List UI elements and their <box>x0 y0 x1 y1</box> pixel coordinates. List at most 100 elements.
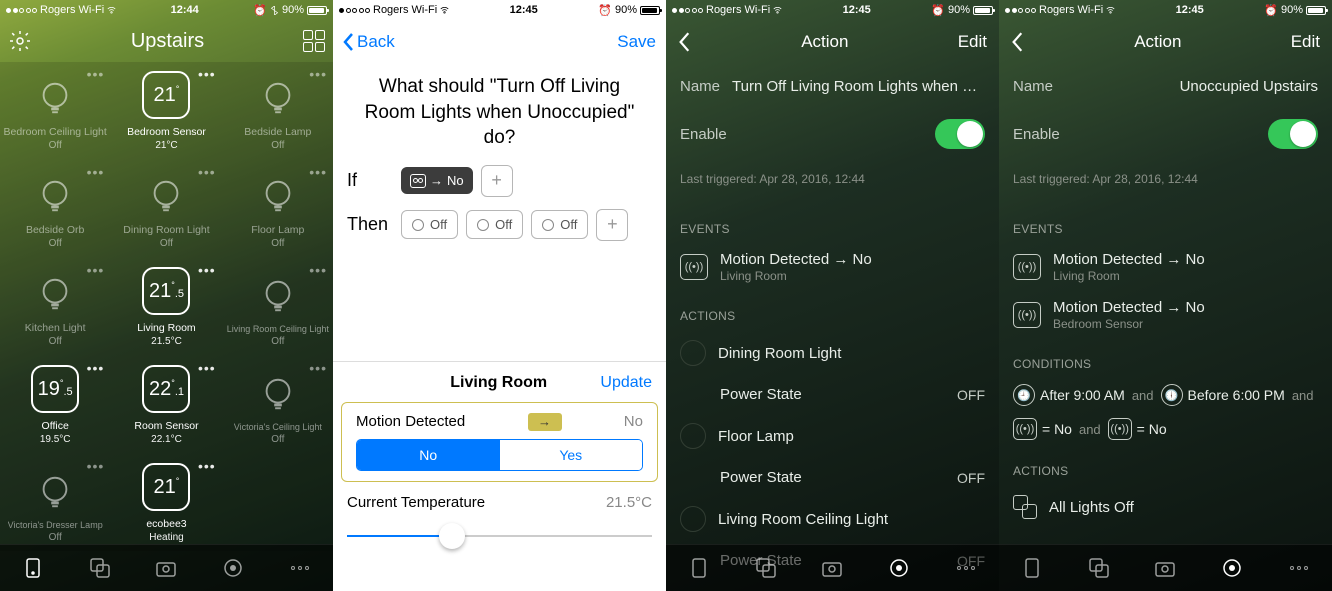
tab-rooms[interactable] <box>686 555 712 581</box>
action-device[interactable]: Living Room Ceiling Light <box>666 496 999 542</box>
tab-more[interactable] <box>287 555 313 581</box>
cond-motion-2[interactable]: ((•))= No <box>1108 418 1167 440</box>
seg-no[interactable]: No <box>357 440 500 470</box>
name-row[interactable]: NameTurn Off Living Room Lights when Uno… <box>666 64 999 108</box>
more-icon[interactable]: ••• <box>87 66 105 82</box>
temp-slider[interactable] <box>347 523 652 551</box>
add-action-button[interactable]: + <box>596 209 628 241</box>
update-button[interactable]: Update <box>600 374 652 392</box>
cond-before[interactable]: 🕕Before 6:00 PM <box>1161 384 1285 406</box>
device-tile[interactable]: •••Kitchen LightOff <box>0 258 110 355</box>
event-item[interactable]: ((•))Motion Detected → NoLiving Room <box>999 243 1332 291</box>
action-property[interactable]: Power StateOFF <box>666 376 999 413</box>
tab-automation[interactable] <box>220 555 246 581</box>
tab-scenes[interactable] <box>753 555 779 581</box>
tab-camera[interactable] <box>153 555 179 581</box>
more-icon[interactable]: ••• <box>309 164 327 180</box>
seg-yes[interactable]: Yes <box>500 440 643 470</box>
alarm-icon: ⏰ <box>253 4 267 17</box>
conditions-header: CONDITIONS <box>999 339 1332 378</box>
scenes-icon <box>1013 495 1037 519</box>
enable-toggle[interactable] <box>935 119 985 149</box>
action-property[interactable]: Power StateOFF <box>666 459 999 496</box>
tile-name: Victoria's Ceiling Light <box>234 423 322 433</box>
back-icon[interactable] <box>678 31 692 53</box>
bulb-icon <box>412 219 424 231</box>
action-detail-screen-1: Rogers Wi-Fi 12:45 ⏰90% Action Edit Name… <box>666 0 999 591</box>
device-tile[interactable]: •••22°.1Room Sensor22.1°C <box>111 356 221 453</box>
more-icon[interactable]: ••• <box>87 262 105 278</box>
tab-camera[interactable] <box>819 555 845 581</box>
tab-more[interactable] <box>953 555 979 581</box>
action-device[interactable]: Floor Lamp <box>666 413 999 459</box>
event-item[interactable]: ((•)) Motion Detected → NoLiving Room <box>666 243 999 291</box>
last-triggered: Last triggered: Apr 28, 2016, 12:44 <box>666 160 999 204</box>
back-button[interactable]: Back <box>343 32 395 52</box>
bulb-icon <box>680 423 706 449</box>
device-tile[interactable]: •••Victoria's Ceiling LightOff <box>223 356 333 453</box>
battery-pct: 90% <box>282 4 304 16</box>
cond-after[interactable]: 🕘After 9:00 AM <box>1013 384 1125 406</box>
edit-button[interactable]: Edit <box>958 32 987 52</box>
then-row: Then Off Off Off + <box>347 209 652 241</box>
device-tile[interactable]: •••Bedside LampOff <box>223 62 333 159</box>
tile-name: Kitchen Light <box>25 323 86 335</box>
event-item[interactable]: ((•))Motion Detected → NoBedroom Sensor <box>999 291 1332 339</box>
device-tile[interactable]: •••Dining Room LightOff <box>111 160 221 257</box>
device-tile[interactable]: •••21°Bedroom Sensor21°C <box>111 62 221 159</box>
tab-automation[interactable] <box>886 555 912 581</box>
save-button[interactable]: Save <box>617 32 656 52</box>
tile-name: Room Sensor <box>134 421 198 433</box>
bulb-icon <box>36 79 74 117</box>
more-icon[interactable]: ••• <box>309 66 327 82</box>
tab-camera[interactable] <box>1152 555 1178 581</box>
edit-button[interactable]: Edit <box>1291 32 1320 52</box>
gear-icon[interactable] <box>8 29 32 53</box>
tab-more[interactable] <box>1286 555 1312 581</box>
more-icon[interactable]: ••• <box>198 164 216 180</box>
then-action-3[interactable]: Off <box>531 210 588 239</box>
tab-automation[interactable] <box>1219 555 1245 581</box>
tab-scenes[interactable] <box>1086 555 1112 581</box>
device-tile[interactable]: •••Bedroom Ceiling LightOff <box>0 62 110 159</box>
more-icon[interactable]: ••• <box>309 262 327 278</box>
device-tile[interactable]: •••Bedside OrbOff <box>0 160 110 257</box>
tab-bar <box>999 544 1332 591</box>
tile-name: Victoria's Dresser Lamp <box>8 521 103 531</box>
more-icon[interactable]: ••• <box>198 66 216 82</box>
device-tile[interactable]: •••Floor LampOff <box>223 160 333 257</box>
action-device[interactable]: Dining Room Light <box>666 330 999 376</box>
more-icon[interactable]: ••• <box>198 262 216 278</box>
device-tile[interactable]: •••21°.5Living Room21.5°C <box>111 258 221 355</box>
then-action-2[interactable]: Off <box>466 210 523 239</box>
device-tile[interactable]: •••21°ecobee3Heating <box>111 454 221 551</box>
action-detail-screen-2: Rogers Wi-Fi 12:45 ⏰90% Action Edit Name… <box>999 0 1332 591</box>
if-condition-pill[interactable]: →No <box>401 167 473 194</box>
status-bar: Rogers Wi-Fi 12:45 ⏰90% <box>666 0 999 20</box>
nav-bar: Action Edit <box>999 20 1332 64</box>
tab-scenes[interactable] <box>87 555 113 581</box>
more-icon[interactable]: ••• <box>87 360 105 376</box>
device-tile[interactable]: •••Living Room Ceiling LightOff <box>223 258 333 355</box>
more-icon[interactable]: ••• <box>309 360 327 376</box>
tab-rooms[interactable] <box>1019 555 1045 581</box>
device-tile[interactable]: •••Victoria's Dresser LampOff <box>0 454 110 551</box>
cond-motion-1[interactable]: ((•))= No <box>1013 418 1072 440</box>
bluetooth-icon <box>270 6 279 15</box>
enable-toggle[interactable] <box>1268 119 1318 149</box>
more-icon[interactable]: ••• <box>87 164 105 180</box>
tab-rooms[interactable] <box>20 555 46 581</box>
if-row: If →No + <box>347 165 652 197</box>
more-icon[interactable]: ••• <box>87 458 105 474</box>
action-scene[interactable]: All Lights Off <box>999 485 1332 529</box>
back-icon[interactable] <box>1011 31 1025 53</box>
more-icon[interactable]: ••• <box>198 360 216 376</box>
device-tile[interactable]: •••19°.5Office19.5°C <box>0 356 110 453</box>
layout-grid-icon[interactable] <box>303 30 325 52</box>
name-row[interactable]: NameUnoccupied Upstairs <box>999 64 1332 108</box>
bulb-icon <box>36 473 74 511</box>
bulb-icon <box>36 275 74 313</box>
add-condition-button[interactable]: + <box>481 165 513 197</box>
then-action-1[interactable]: Off <box>401 210 458 239</box>
more-icon[interactable]: ••• <box>198 458 216 474</box>
